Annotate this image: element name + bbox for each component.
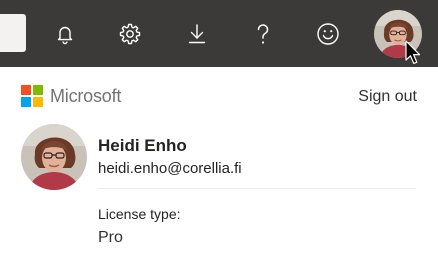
- help-icon: [257, 24, 269, 44]
- user-display-name: Heidi Enho: [98, 136, 187, 155]
- divider: [98, 188, 416, 189]
- notifications-button[interactable]: [48, 17, 82, 51]
- microsoft-logo: Microsoft: [21, 85, 121, 107]
- microsoft-squares-icon: [21, 85, 43, 107]
- avatar: [374, 10, 422, 58]
- help-button[interactable]: [246, 17, 280, 51]
- smiley-icon: [317, 23, 339, 45]
- account-manager-button[interactable]: [374, 10, 422, 58]
- download-icon: [188, 24, 206, 44]
- settings-button[interactable]: [113, 17, 147, 51]
- feedback-button[interactable]: [311, 17, 345, 51]
- bell-icon: [57, 26, 73, 45]
- top-app-bar: [0, 0, 438, 67]
- search-box-edge[interactable]: [0, 14, 26, 52]
- profile-photo[interactable]: [21, 124, 87, 190]
- brand-name: Microsoft: [50, 85, 122, 106]
- license-type-value: Pro: [98, 229, 123, 246]
- license-type-label: License type:: [98, 206, 181, 222]
- user-email: heidi.enho@corellia.fi: [98, 160, 242, 177]
- downloads-button[interactable]: [180, 17, 214, 51]
- sign-out-link[interactable]: Sign out: [358, 88, 417, 106]
- gear-icon: [119, 23, 141, 45]
- avatar: [21, 124, 87, 190]
